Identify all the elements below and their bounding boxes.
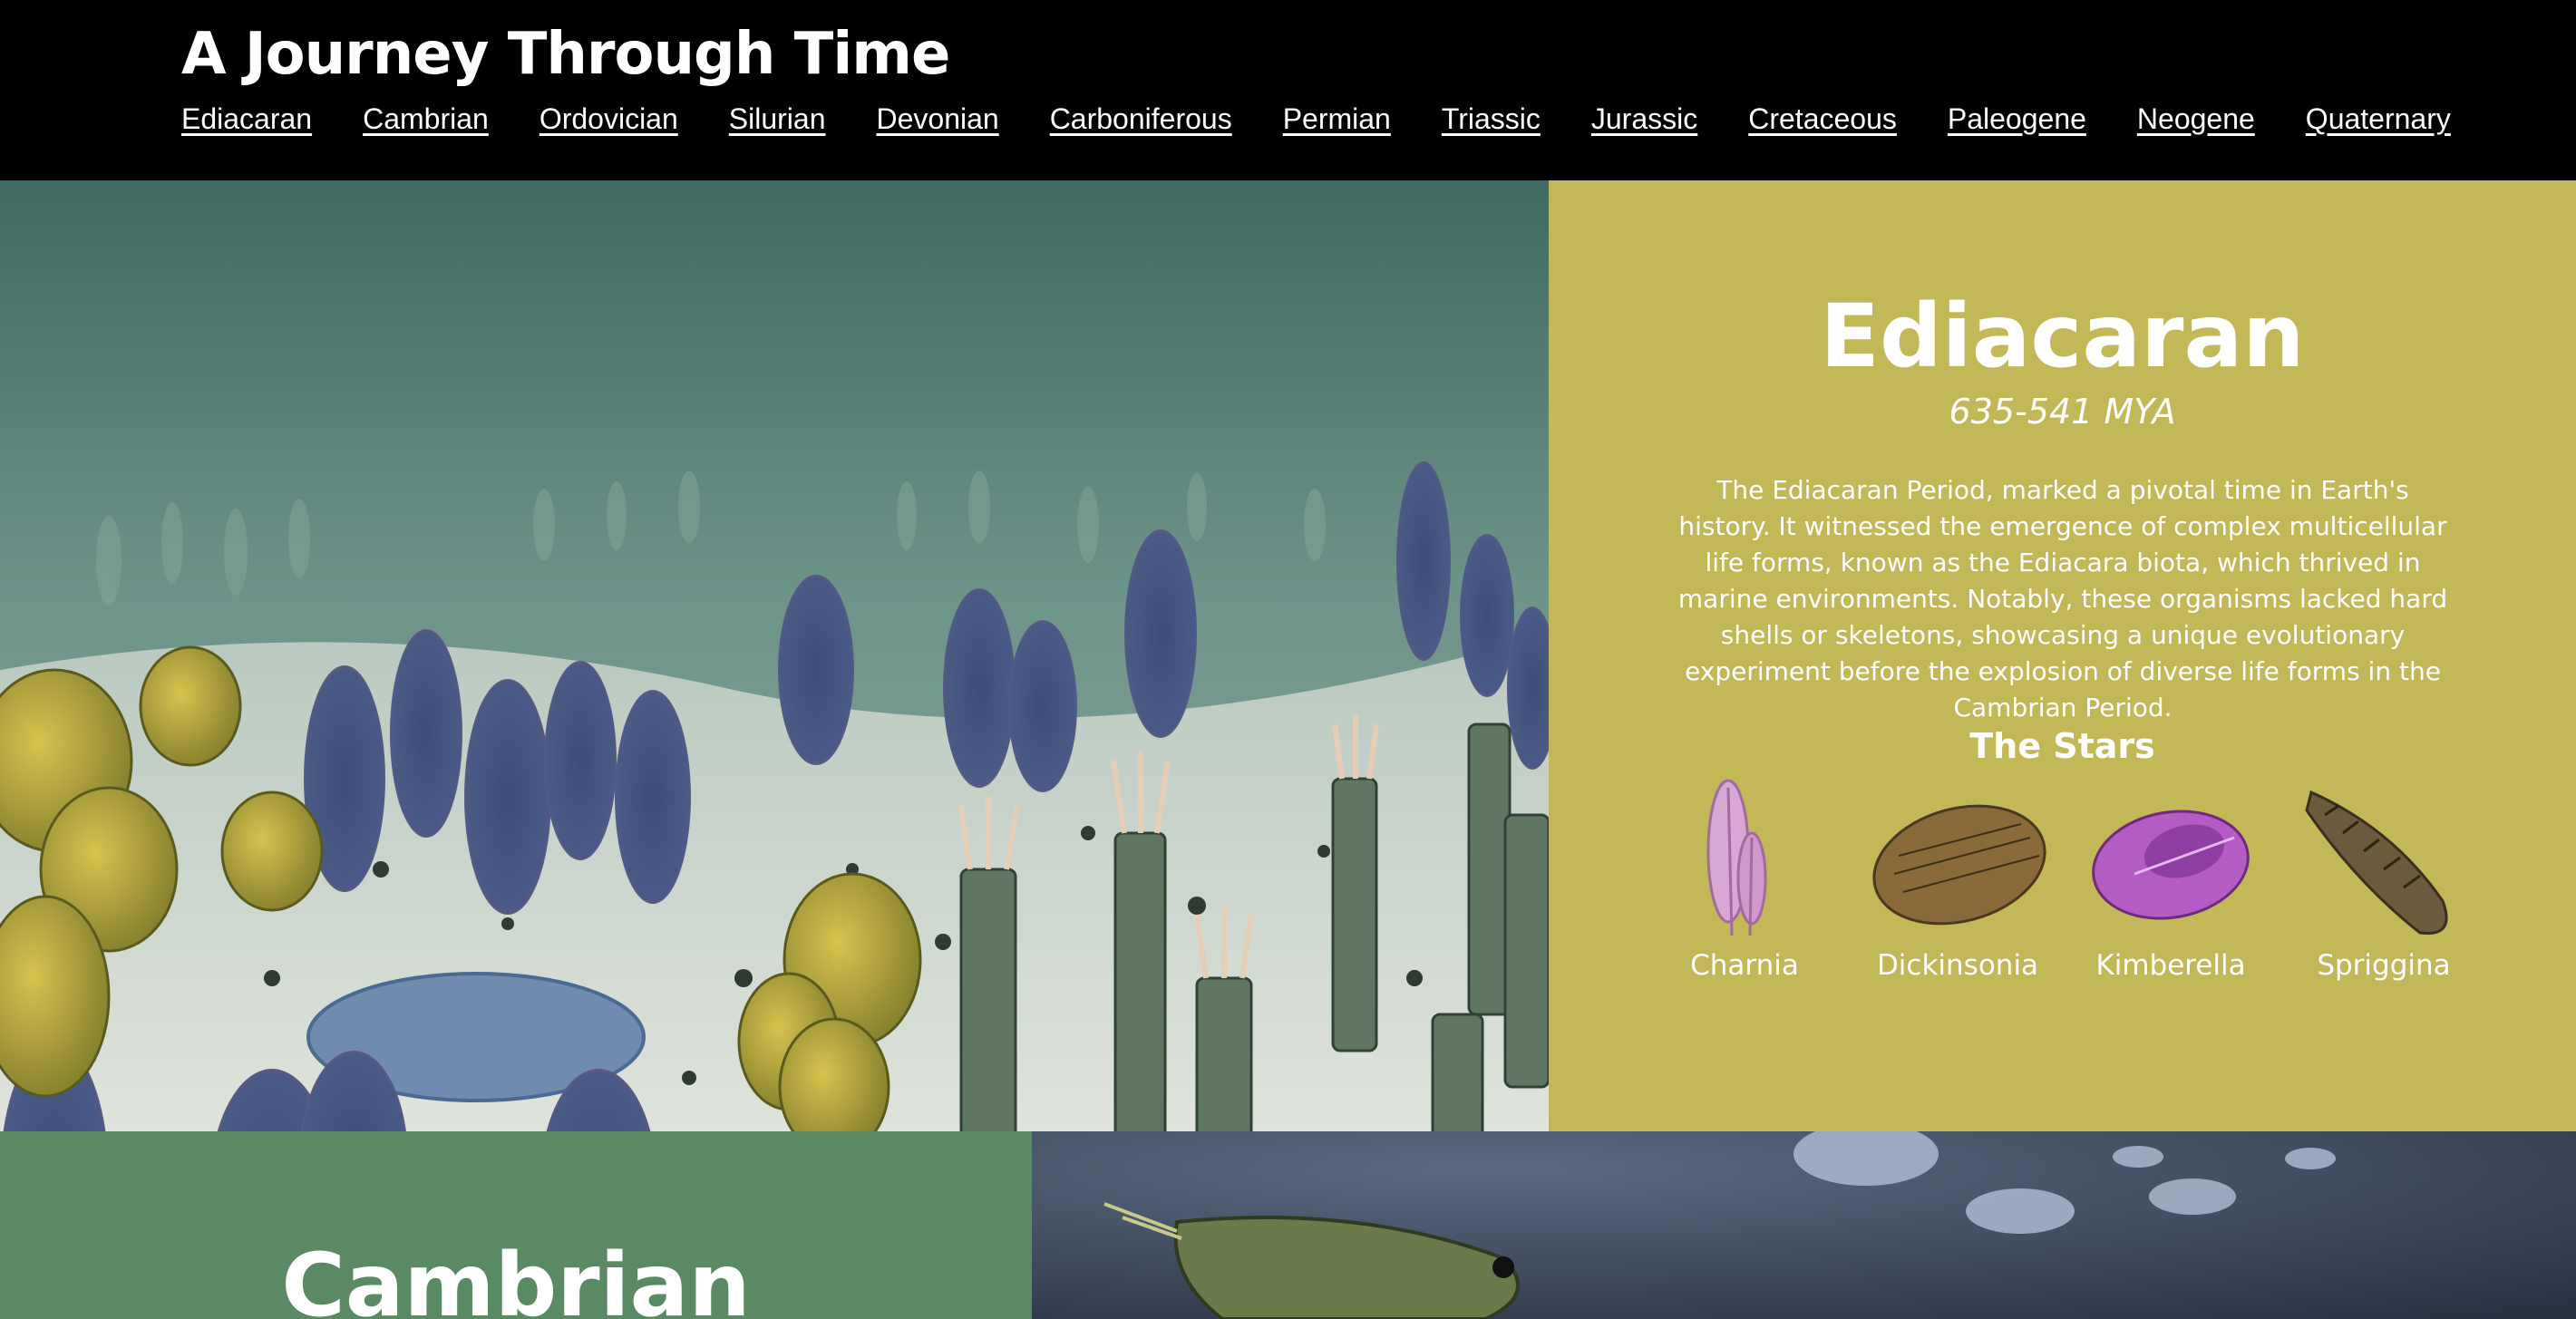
nav-link-jurassic[interactable]: Jurassic xyxy=(1591,96,1697,141)
nav-link-ordovician[interactable]: Ordovician xyxy=(540,96,678,141)
nav-link-ediacaran[interactable]: Ediacaran xyxy=(181,96,312,141)
site-title: A Journey Through Time xyxy=(181,21,950,88)
kimberella-icon xyxy=(2092,810,2250,920)
dickinsonia-icon xyxy=(1872,804,2046,926)
star-card-charnia[interactable]: Charnia xyxy=(1645,774,1844,992)
nav-link-carboniferous[interactable]: Carboniferous xyxy=(1050,96,1232,141)
ediacaran-seafloor-illustration xyxy=(0,180,1549,1131)
cambrian-seascape-illustration xyxy=(1032,1131,2576,1319)
nav-link-quaternary[interactable]: Quaternary xyxy=(2306,96,2451,141)
period-date-range: 635-541 MYA xyxy=(1949,392,2176,432)
star-card-dickinsonia[interactable]: Dickinsonia xyxy=(1858,774,2057,992)
nav-link-triassic[interactable]: Triassic xyxy=(1442,96,1541,141)
ediacaran-info-panel: Ediacaran 635-541 MYA The Ediacaran Peri… xyxy=(1549,180,2576,1131)
stars-heading: The Stars xyxy=(1969,726,2155,766)
ediacaran-scene-image xyxy=(0,180,1549,1131)
star-name: Dickinsonia xyxy=(1876,949,2039,982)
nav-link-silurian[interactable]: Silurian xyxy=(729,96,826,141)
nav-link-neogene[interactable]: Neogene xyxy=(2137,96,2255,141)
star-name: Kimberella xyxy=(2095,949,2246,982)
star-name: Charnia xyxy=(1690,949,1799,982)
spriggina-icon xyxy=(2305,790,2448,936)
star-card-kimberella[interactable]: Kimberella xyxy=(2071,774,2270,992)
nav-link-cretaceous[interactable]: Cretaceous xyxy=(1748,96,1897,141)
period-description: The Ediacaran Period, marked a pivotal t… xyxy=(1677,475,2448,723)
nav-link-paleogene[interactable]: Paleogene xyxy=(1948,96,2086,141)
star-name: Spriggina xyxy=(2317,949,2451,982)
period-title: Cambrian xyxy=(281,1235,751,1319)
site-header: A Journey Through Time Ediacaran Cambria… xyxy=(0,0,2576,180)
cambrian-scene-image xyxy=(1032,1131,2576,1319)
period-title: Ediacaran xyxy=(1820,286,2305,387)
cambrian-info-panel: Cambrian xyxy=(0,1131,1032,1319)
nav-link-cambrian[interactable]: Cambrian xyxy=(363,96,489,141)
period-nav: Ediacaran Cambrian Ordovician Silurian D… xyxy=(181,96,2502,141)
nav-link-devonian[interactable]: Devonian xyxy=(876,96,998,141)
star-card-spriggina[interactable]: Spriggina xyxy=(2284,774,2484,992)
charnia-icon xyxy=(1706,779,1767,936)
nav-link-permian[interactable]: Permian xyxy=(1283,96,1391,141)
